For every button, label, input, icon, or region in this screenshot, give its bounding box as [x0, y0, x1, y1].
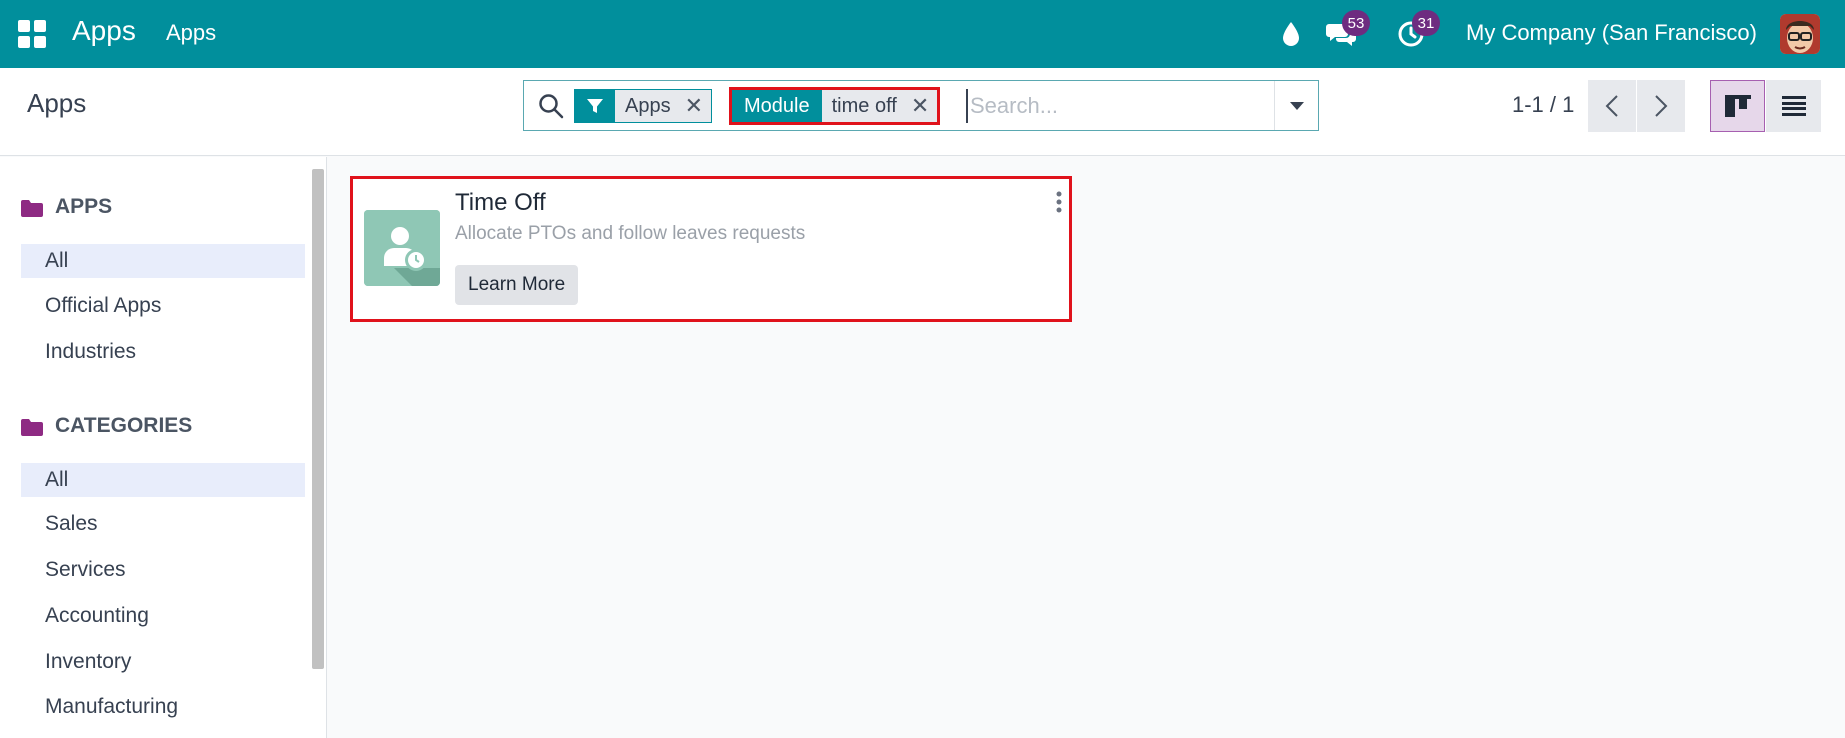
search-input[interactable] [966, 89, 1266, 123]
search-options-toggle[interactable] [1274, 81, 1318, 130]
app-menu-grid-icon[interactable] [18, 20, 46, 48]
control-panel: Apps Apps ✕ Module time off ✕ 1-1 / 1 [0, 68, 1845, 156]
caret-down-icon [1289, 101, 1304, 110]
folder-icon [21, 199, 43, 217]
search-panel-sidebar: APPS All Official Apps Industries CATEGO… [0, 157, 327, 738]
folder-icon [21, 418, 43, 436]
section-title: APPS [55, 195, 113, 218]
sidebar-item-apps-all[interactable]: All [21, 244, 305, 278]
pager-previous-button[interactable] [1588, 80, 1636, 132]
sidebar-item-accounting[interactable]: Accounting [21, 599, 305, 633]
sidebar-item-manufacturing[interactable]: Manufacturing [21, 690, 305, 724]
time-off-app-icon [364, 210, 440, 286]
card-dropdown-menu-icon[interactable] [1055, 191, 1065, 213]
pager-next-button[interactable] [1637, 80, 1685, 132]
kanban-icon [1724, 95, 1751, 117]
chevron-right-icon [1655, 95, 1668, 117]
sidebar-item-inventory[interactable]: Inventory [21, 645, 305, 679]
remove-facet-icon[interactable]: ✕ [906, 90, 938, 122]
section-header-categories: CATEGORIES [21, 414, 192, 438]
sidebar-item-official-apps[interactable]: Official Apps [21, 289, 305, 323]
messages-icon[interactable]: 53 [1326, 10, 1370, 50]
sidebar-item-categories-all[interactable]: All [21, 463, 305, 497]
sidebar-item-industries[interactable]: Industries [21, 335, 305, 369]
list-view-button[interactable] [1766, 80, 1821, 132]
sidebar-item-services[interactable]: Services [21, 553, 305, 587]
activities-badge: 31 [1412, 10, 1440, 36]
company-switcher[interactable]: My Company (San Francisco) [1466, 20, 1757, 46]
user-avatar[interactable] [1780, 14, 1820, 54]
debug-droplet-icon[interactable] [1280, 18, 1302, 50]
search-facet-module[interactable]: Module time off ✕ [729, 87, 941, 125]
app-card-time-off[interactable]: Time Off Allocate PTOs and follow leaves… [350, 176, 1072, 322]
messages-badge: 53 [1342, 10, 1370, 36]
list-icon [1781, 96, 1806, 116]
section-title: CATEGORIES [55, 414, 193, 437]
search-facet-tag: Module [732, 90, 822, 122]
activities-clock-icon[interactable]: 31 [1396, 10, 1440, 50]
navbar-menu-apps[interactable]: Apps [166, 20, 216, 46]
remove-facet-icon[interactable]: ✕ [680, 90, 712, 122]
kanban-view-button[interactable] [1710, 80, 1765, 132]
sidebar-scrollbar[interactable] [312, 169, 324, 669]
search-facet-value: time off [821, 90, 907, 122]
navbar-brand[interactable]: Apps [72, 15, 136, 47]
pager-value[interactable]: 1-1 / 1 [1512, 92, 1574, 118]
search-icon[interactable] [538, 93, 564, 119]
app-card-title: Time Off [455, 189, 546, 216]
top-navbar: Apps Apps 53 31 My Company (San Francisc… [0, 0, 1845, 68]
section-header-apps: APPS [21, 195, 112, 219]
learn-more-button[interactable]: Learn More [455, 265, 579, 305]
search-box[interactable]: Apps ✕ Module time off ✕ [523, 80, 1319, 131]
chevron-left-icon [1605, 95, 1618, 117]
page-title: Apps [27, 88, 87, 118]
app-card-summary: Allocate PTOs and follow leaves requests [455, 223, 806, 244]
filter-icon [575, 90, 615, 122]
sidebar-item-sales[interactable]: Sales [21, 507, 305, 541]
search-facet-value: Apps [615, 90, 681, 122]
search-facet-filter[interactable]: Apps ✕ [574, 89, 713, 123]
